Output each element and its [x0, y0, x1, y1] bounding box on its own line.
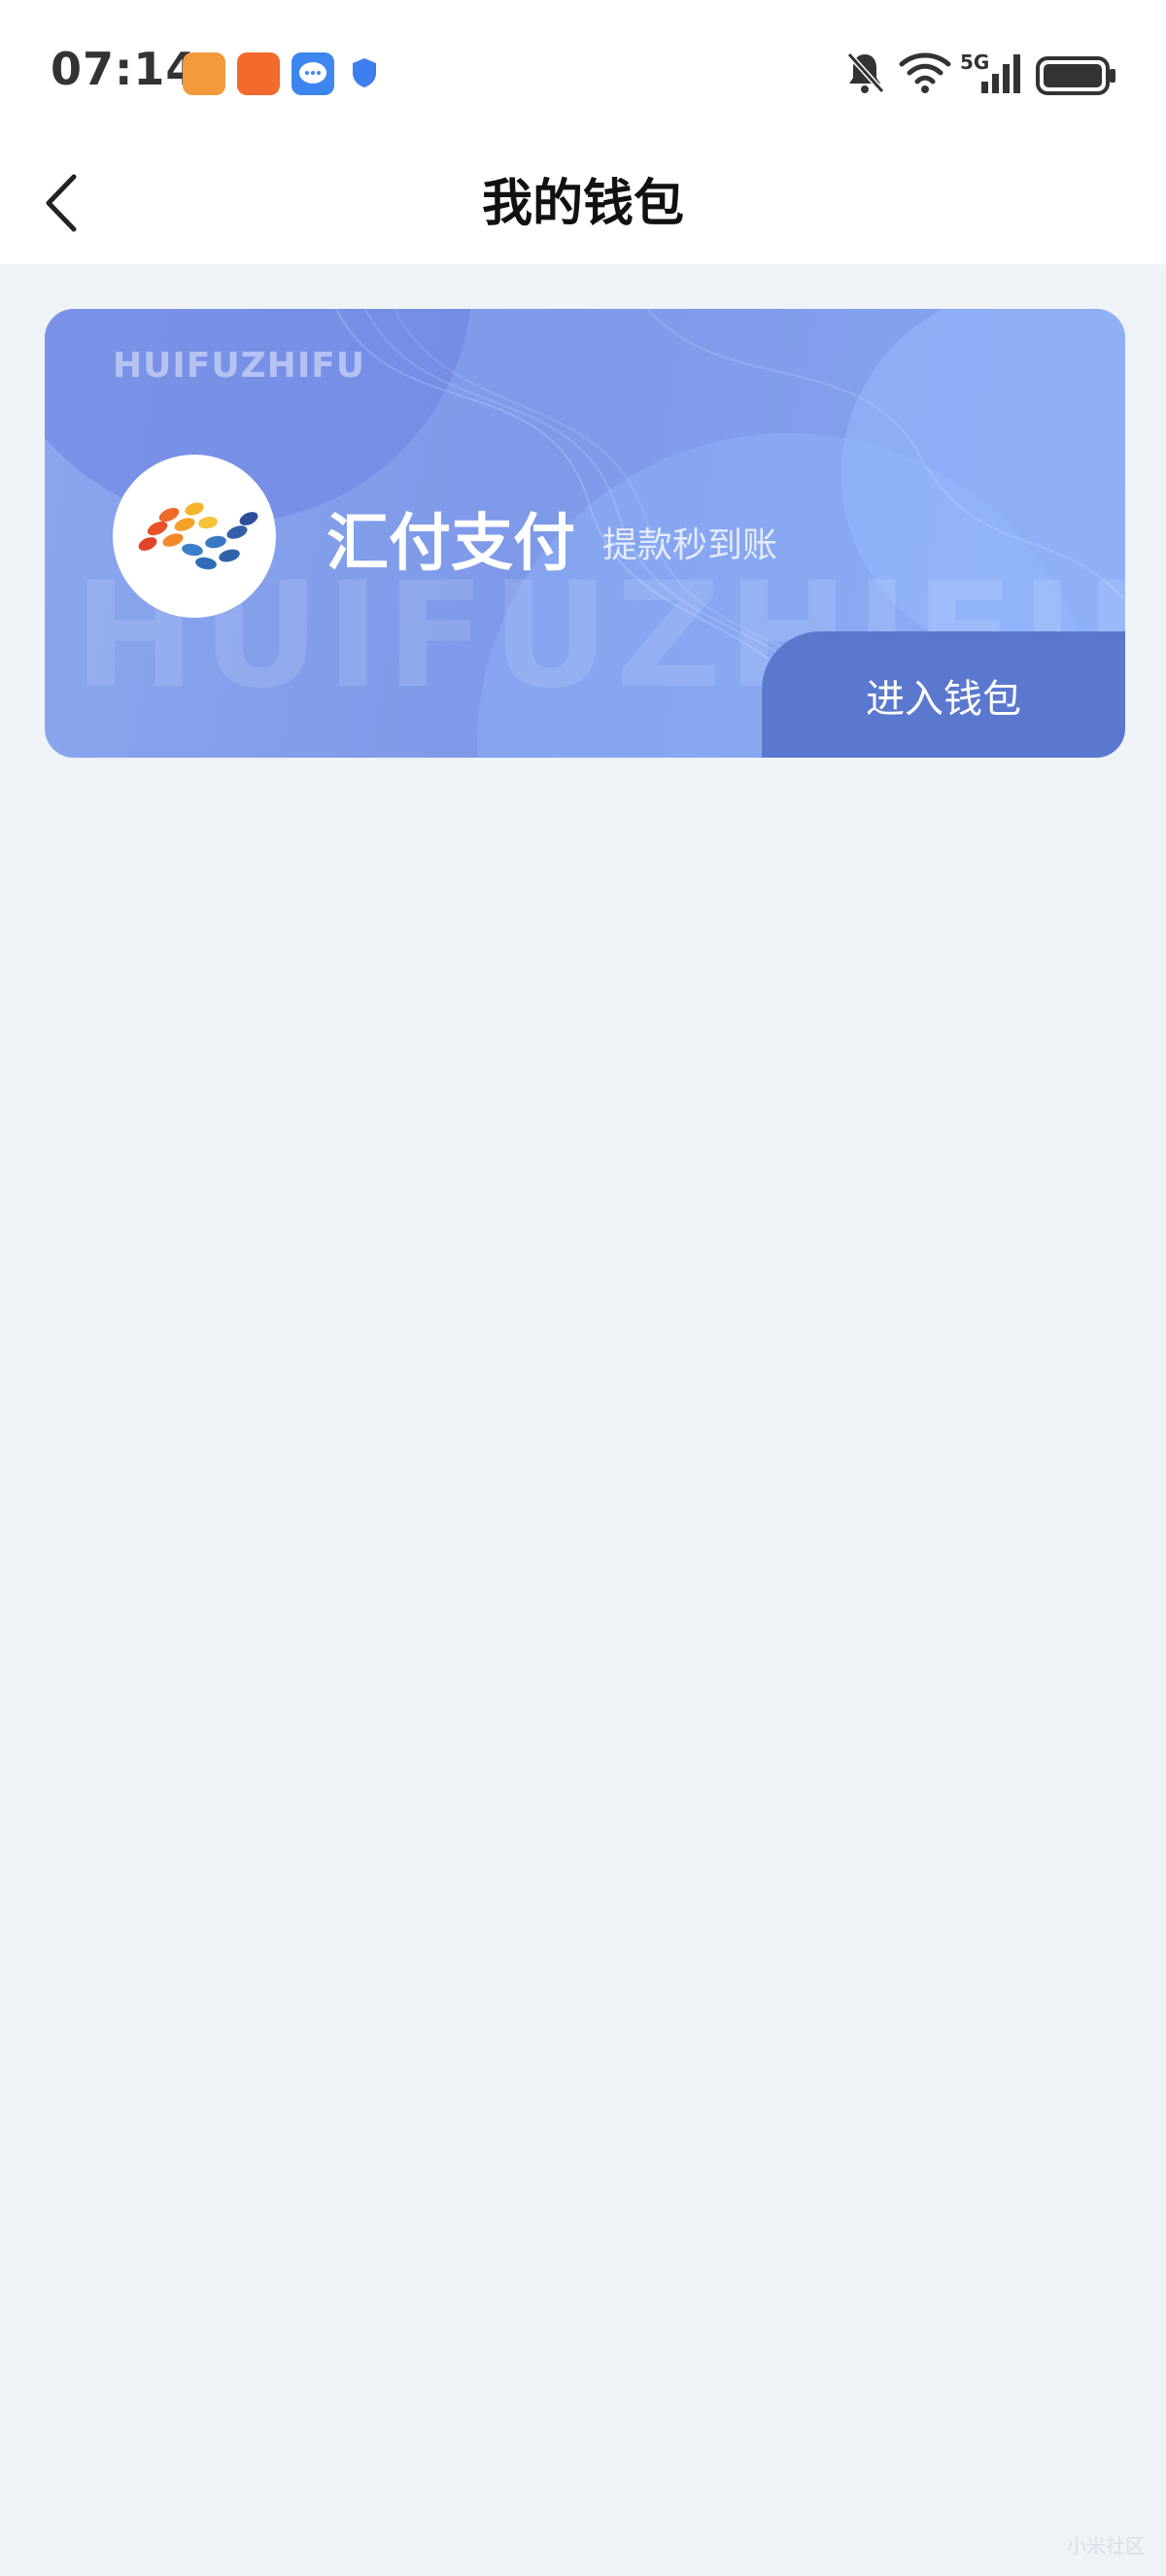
wallet-name: 汇付支付: [326, 508, 575, 580]
wifi-icon: [898, 49, 952, 101]
app-icon-orange: [183, 52, 225, 95]
card-brand-small: HUIFUZHIFU: [113, 346, 366, 386]
status-bar: 07:14 5G: [0, 0, 1166, 146]
app-bar: 我的钱包: [0, 146, 1166, 264]
page-title: 我的钱包: [481, 175, 684, 233]
corner-watermark: 小米社区: [1067, 2534, 1145, 2558]
app-icon-kuaishou: [237, 52, 280, 95]
bell-off-icon: [843, 49, 886, 101]
wallet-card[interactable]: HUIFUZHIFU HUIFUZHIFU 汇付支付 提款秒到账 进入钱包: [45, 309, 1125, 758]
shield-icon: [350, 56, 379, 93]
status-time: 07:14: [51, 43, 198, 95]
huifu-logo: [113, 455, 276, 618]
enter-wallet-button[interactable]: 进入钱包: [762, 631, 1125, 758]
wallet-slogan: 提款秒到账: [602, 525, 778, 565]
battery-icon: [1036, 56, 1117, 99]
app-icon-chat: [292, 52, 334, 95]
